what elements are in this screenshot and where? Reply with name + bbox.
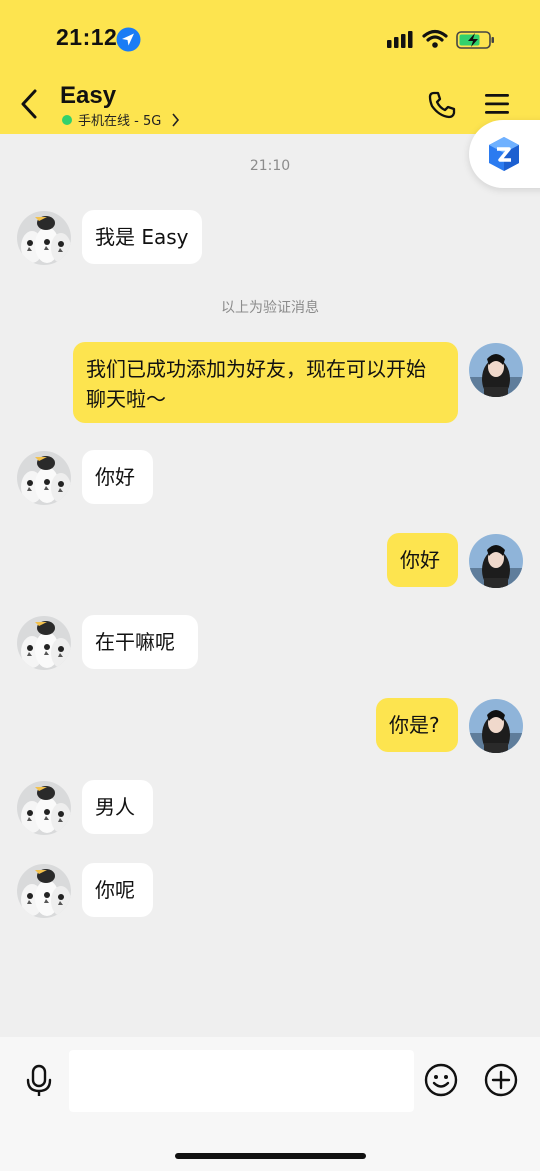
message-bubble-incoming[interactable]: 男人 (82, 780, 153, 834)
emoji-icon[interactable] (424, 1063, 458, 1097)
online-dot-icon (62, 114, 72, 125)
system-note: 以上为验证消息 (221, 300, 319, 316)
menu-icon[interactable] (484, 92, 510, 116)
contact-avatar[interactable] (17, 781, 71, 835)
user-avatar[interactable] (469, 343, 523, 397)
message-bubble-outgoing[interactable]: 你是? (376, 698, 458, 752)
cellular-signal-icon (387, 31, 413, 48)
message-bubble-incoming[interactable]: 在干嘛呢 (82, 615, 198, 669)
location-arrow-icon (116, 27, 141, 52)
contact-name[interactable]: Easy (60, 82, 116, 110)
contact-avatar[interactable] (17, 451, 71, 505)
status-time: 21:12 (56, 24, 118, 50)
online-status-label: 手机在线 - 5G (78, 114, 162, 129)
add-plus-icon[interactable] (484, 1063, 518, 1097)
message-bubble-outgoing[interactable]: 你好 (387, 533, 458, 587)
user-avatar[interactable] (469, 699, 523, 753)
battery-charging-icon (456, 31, 494, 49)
floating-app-button[interactable] (469, 120, 540, 188)
contact-avatar[interactable] (17, 616, 71, 670)
back-chevron-icon[interactable] (16, 88, 42, 120)
message-bubble-incoming[interactable]: 我是 Easy (82, 210, 202, 264)
online-status[interactable]: 手机在线 - 5G (62, 110, 180, 129)
microphone-icon[interactable] (25, 1064, 53, 1098)
wifi-icon (422, 29, 448, 48)
message-input[interactable] (69, 1050, 414, 1112)
message-bubble-outgoing[interactable]: 我们已成功添加为好友，现在可以开始聊天啦～ (73, 342, 458, 423)
home-indicator (175, 1153, 366, 1159)
chat-timestamp: 21:10 (249, 158, 291, 174)
contact-avatar[interactable] (17, 864, 71, 918)
message-bubble-incoming[interactable]: 你呢 (82, 863, 153, 917)
user-avatar[interactable] (469, 534, 523, 588)
chevron-right-icon (172, 112, 180, 127)
contact-avatar[interactable] (17, 211, 71, 265)
message-bubble-incoming[interactable]: 你好 (82, 450, 153, 504)
phone-call-icon[interactable] (427, 90, 457, 120)
